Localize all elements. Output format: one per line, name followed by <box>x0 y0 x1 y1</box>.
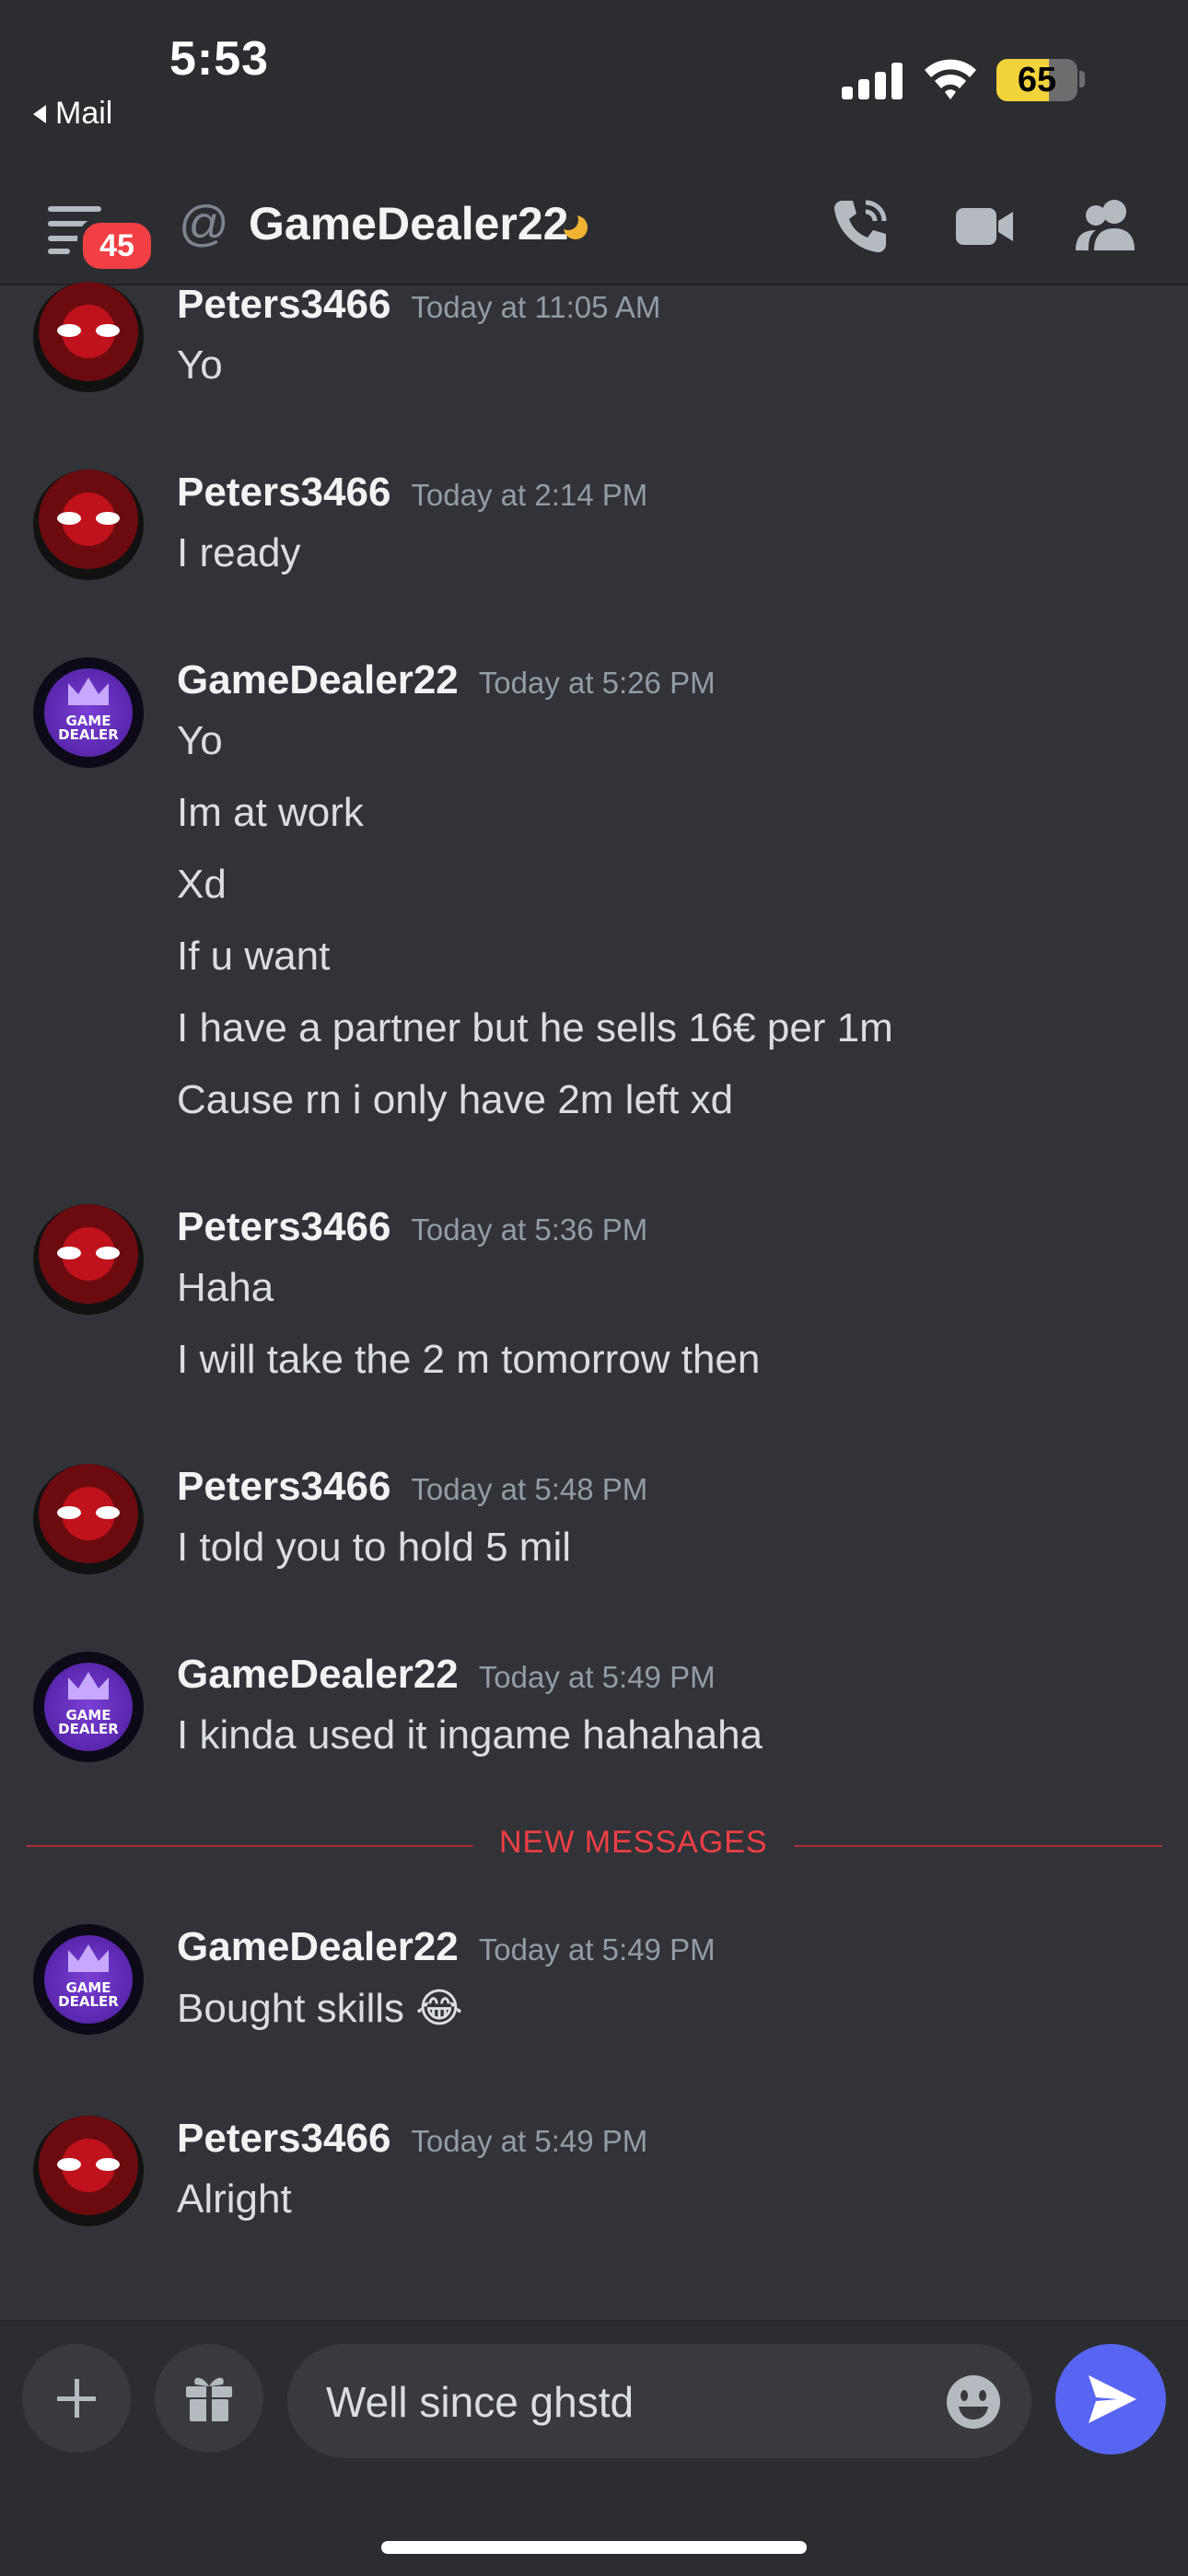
author-name[interactable]: Peters3466 <box>177 470 390 515</box>
call-icon[interactable] <box>829 193 893 258</box>
emoji-icon[interactable] <box>945 2373 1002 2431</box>
attach-button[interactable] <box>22 2344 131 2453</box>
back-app-label: Mail <box>55 96 113 131</box>
author-name[interactable]: GameDealer22 <box>177 1924 459 1969</box>
avatar[interactable] <box>33 282 144 392</box>
idle-status-icon <box>564 215 588 239</box>
at-sign-icon: @ <box>179 196 229 251</box>
battery-indicator: 65 <box>996 59 1077 101</box>
members-icon[interactable] <box>1072 193 1142 258</box>
message-text: Alright <box>177 2176 292 2222</box>
avatar[interactable]: GAME DEALER <box>33 1652 144 1762</box>
plus-icon <box>57 2379 96 2418</box>
status-time: 5:53 <box>169 32 270 86</box>
timestamp: Today at 2:14 PM <box>411 478 648 512</box>
unread-badge: 45 <box>77 217 157 274</box>
channel-name[interactable]: GameDealer22 <box>249 197 568 250</box>
avatar-logo-text: GAME DEALER <box>58 713 119 743</box>
message-text: I told you to hold 5 mil <box>177 1525 572 1570</box>
author-name[interactable]: GameDealer22 <box>177 657 459 702</box>
author-name[interactable]: Peters3466 <box>177 1204 390 1249</box>
author-name[interactable]: Peters3466 <box>177 1464 390 1509</box>
message-text: Xd <box>177 862 227 907</box>
message-text: I ready <box>177 530 301 575</box>
timestamp: Today at 5:48 PM <box>411 1472 648 1506</box>
message-text: Haha <box>177 1265 274 1310</box>
message-text: Cause rn i only have 2m left xd <box>177 1077 734 1122</box>
avatar[interactable]: GAME DEALER <box>33 1924 144 2035</box>
battery-level: 65 <box>1017 61 1057 99</box>
message-text: Bought skills 😂 <box>177 1986 463 2031</box>
new-messages-divider: NEW MESSAGES <box>26 1825 1162 1865</box>
cellular-signal-icon <box>842 61 915 99</box>
message-text: If u want <box>177 934 331 979</box>
timestamp: Today at 5:26 PM <box>478 666 716 700</box>
message-input-value: Well since ghstd <box>326 2378 635 2426</box>
timestamp: Today at 5:49 PM <box>478 1932 716 1967</box>
message-input[interactable]: Well since ghstd <box>287 2344 1031 2458</box>
new-messages-label: NEW MESSAGES <box>473 1825 794 1861</box>
message-text: I will take the 2 m tomorrow then <box>177 1337 761 1382</box>
message-text: Yo <box>177 342 223 388</box>
message-text: I have a partner but he sells 16€ per 1m <box>177 1005 893 1050</box>
avatar[interactable] <box>33 2116 144 2226</box>
wifi-icon <box>925 59 976 99</box>
author-name[interactable]: Peters3466 <box>177 282 390 327</box>
avatar-logo-text: GAME DEALER <box>58 1707 119 1737</box>
top-bar: 5:53 Mail 65 45 @ GameDealer22 <box>0 0 1188 285</box>
gift-button[interactable] <box>155 2344 263 2453</box>
back-arrow-icon <box>33 104 46 123</box>
timestamp: Today at 11:05 AM <box>411 290 661 324</box>
author-name[interactable]: Peters3466 <box>177 2116 390 2161</box>
back-to-mail-link[interactable]: Mail <box>33 96 112 132</box>
message-text: I kinda used it ingame hahahaha <box>177 1712 763 1758</box>
avatar-logo-text: GAME DEALER <box>58 1979 119 2010</box>
timestamp: Today at 5:36 PM <box>411 1213 648 1247</box>
home-indicator <box>381 2541 807 2554</box>
video-icon[interactable] <box>952 193 1017 258</box>
send-icon <box>1089 2375 1136 2423</box>
avatar[interactable] <box>33 1464 144 1574</box>
send-button[interactable] <box>1055 2344 1166 2454</box>
battery-cap <box>1079 71 1085 87</box>
message-text: Yo <box>177 718 223 763</box>
avatar[interactable] <box>33 470 144 580</box>
timestamp: Today at 5:49 PM <box>478 1660 716 1694</box>
avatar[interactable] <box>33 1204 144 1315</box>
author-name[interactable]: GameDealer22 <box>177 1652 459 1697</box>
timestamp: Today at 5:49 PM <box>411 2124 648 2158</box>
message-text: Im at work <box>177 790 364 835</box>
avatar[interactable]: GAME DEALER <box>33 657 144 768</box>
gift-icon <box>186 2377 232 2421</box>
